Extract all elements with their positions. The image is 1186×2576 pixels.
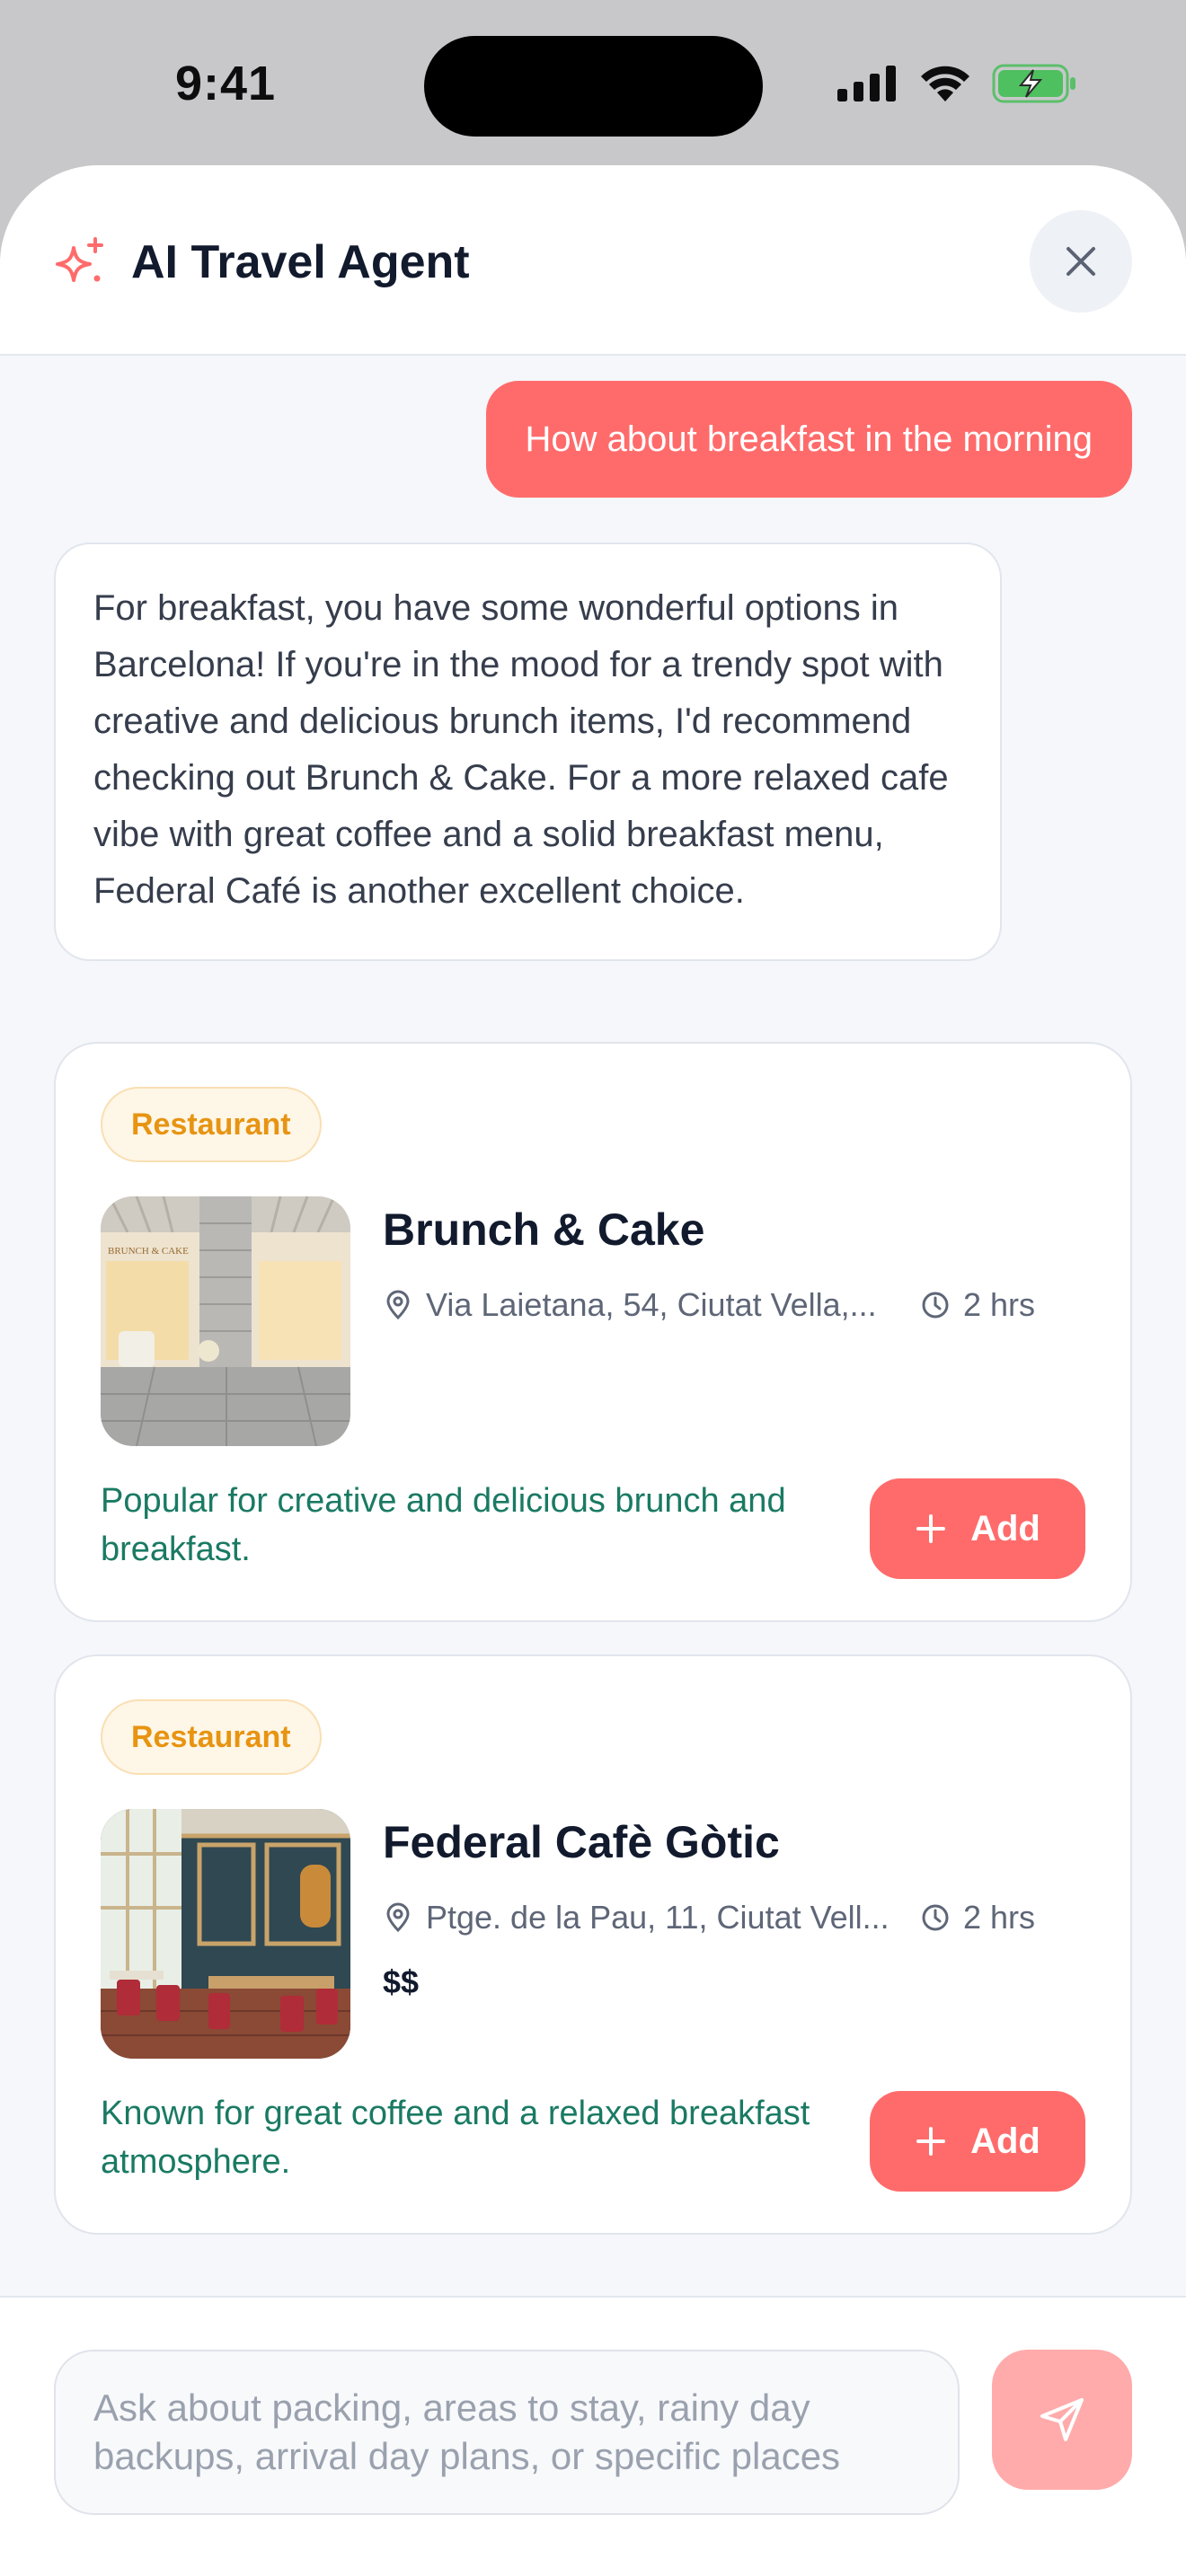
chat-header: AI Travel Agent	[0, 165, 1186, 356]
clock-icon	[922, 1292, 949, 1319]
place-description: Known for great coffee and a relaxed bre…	[101, 2095, 810, 2181]
add-button[interactable]: Add	[870, 2091, 1085, 2192]
send-button[interactable]	[992, 2350, 1132, 2490]
category-tag: Restaurant	[101, 1087, 322, 1162]
place-card: Restaurant BRUNCH & CAKE Brunch & Cake V…	[54, 1042, 1132, 1622]
price-level: $$	[383, 1963, 420, 2000]
place-meta: Via Laietana, 54, Ciutat Vella,... 2 hrs	[383, 1286, 1035, 1324]
add-button-label: Add	[970, 2121, 1040, 2161]
category-tag: Restaurant	[101, 1699, 322, 1775]
ai-message-bubble: For breakfast, you have some wonderful o…	[54, 543, 1002, 961]
status-bar: 9:41	[0, 0, 1186, 171]
send-icon	[1040, 2398, 1084, 2441]
dynamic-island	[424, 36, 763, 137]
chat-sheet: AI Travel Agent How about breakfast in t…	[0, 165, 1186, 2576]
wifi-icon	[921, 66, 969, 101]
place-thumbnail: BRUNCH & CAKE	[101, 1196, 350, 1446]
battery-charging-icon	[992, 64, 1075, 103]
close-button[interactable]	[1030, 210, 1132, 313]
place-description: Popular for creative and delicious brunc…	[101, 1482, 786, 1568]
cellular-signal-icon	[837, 66, 896, 101]
place-thumbnail	[101, 1809, 350, 2059]
plus-icon	[916, 2127, 946, 2156]
clock-icon	[922, 1904, 949, 1931]
message-composer: Ask about packing, areas to stay, rainy …	[0, 2296, 1186, 2576]
sparkles-icon	[56, 237, 103, 282]
location-pin-icon	[386, 1290, 410, 1320]
place-duration: 2 hrs	[963, 1286, 1036, 1323]
place-name: Federal Cafè Gòtic	[383, 1817, 780, 1867]
place-address: Via Laietana, 54, Ciutat Vella,...	[426, 1286, 877, 1323]
user-message-bubble: How about breakfast in the morning	[485, 381, 1132, 498]
sign-text: BRUNCH & CAKE	[108, 1246, 189, 1257]
message-input[interactable]: Ask about packing, areas to stay, rainy …	[54, 2350, 960, 2515]
close-icon	[1067, 247, 1095, 276]
place-duration: 2 hrs	[963, 1899, 1036, 1936]
status-icons	[837, 63, 1078, 104]
page-title: AI Travel Agent	[131, 236, 470, 288]
plus-icon	[916, 1514, 946, 1543]
status-time: 9:41	[175, 57, 277, 110]
add-button-label: Add	[970, 1508, 1040, 1548]
add-button[interactable]: Add	[870, 1478, 1085, 1579]
place-address: Ptge. de la Pau, 11, Ciutat Vell...	[426, 1899, 890, 1936]
place-name: Brunch & Cake	[383, 1204, 705, 1255]
place-meta: Ptge. de la Pau, 11, Ciutat Vell... 2 hr…	[383, 1899, 1035, 1936]
place-card: Restaurant Federal Cafè Gòtic Ptge. de l…	[54, 1654, 1132, 2235]
location-pin-icon	[386, 1902, 410, 1933]
